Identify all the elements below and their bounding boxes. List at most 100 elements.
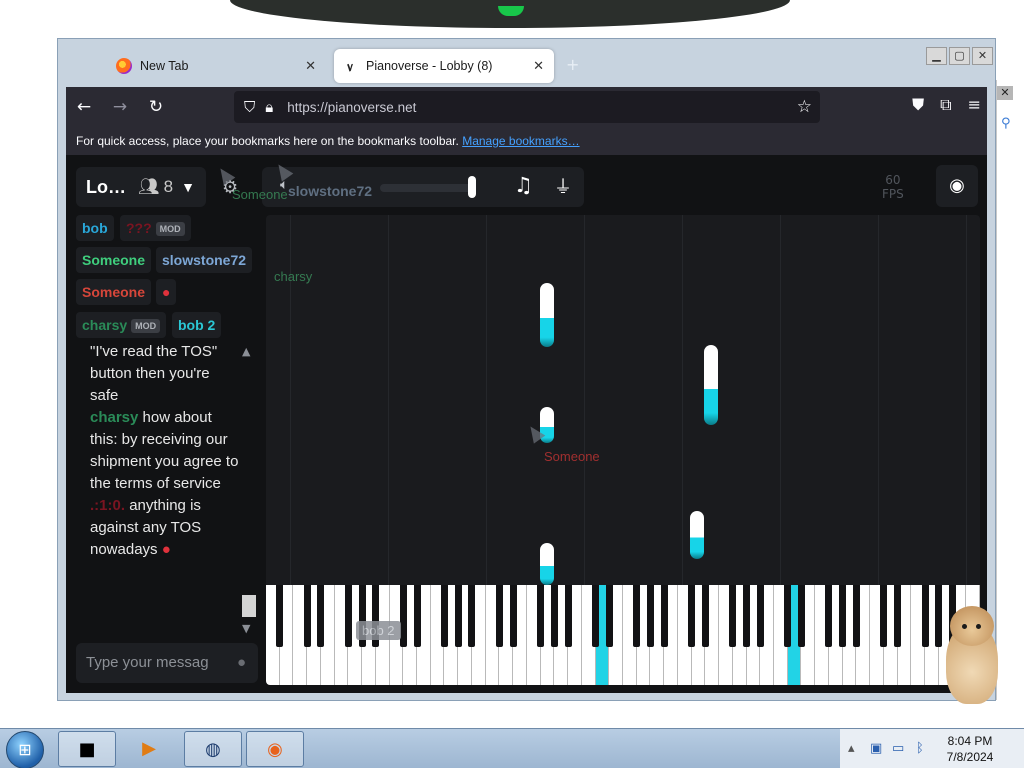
apple-icon[interactable]: ● <box>156 279 177 305</box>
music-note-icon[interactable]: ♫ <box>514 173 533 197</box>
taskbar-app-terminal[interactable]: ■ <box>58 731 116 767</box>
lock-icon[interactable]: 🔒︎ <box>265 99 273 116</box>
black-key[interactable] <box>660 585 668 647</box>
user-chip[interactable]: charsy MOD <box>76 312 167 338</box>
black-key[interactable] <box>537 585 545 647</box>
chevron-down-icon[interactable]: ▼ <box>181 179 195 195</box>
clock[interactable]: 8:04 PM 7/8/2024 <box>934 733 1006 765</box>
chat-log[interactable]: "I've read the TOS" button then you're s… <box>76 341 258 631</box>
black-key[interactable] <box>495 585 503 647</box>
start-button[interactable]: ⊞ <box>6 731 44 768</box>
minimize-button[interactable]: ▁ <box>926 47 947 65</box>
black-key[interactable] <box>798 585 805 647</box>
maximize-button[interactable]: ▢ <box>949 47 970 65</box>
plug-icon[interactable]: ⏚ <box>554 173 572 199</box>
menu-icon[interactable]: ≡ <box>968 95 981 115</box>
user-chip[interactable]: slowstone72 <box>156 247 253 273</box>
chat-scrollbar[interactable]: ▲ ▼ <box>242 345 258 635</box>
tab-new-tab[interactable]: New Tab ✕ <box>106 49 326 83</box>
cursor-label-slowstone72: slowstone72 <box>288 183 373 199</box>
cursor-label-someone: Someone <box>232 187 288 202</box>
black-key[interactable] <box>839 585 847 647</box>
black-key[interactable] <box>550 585 558 647</box>
black-key[interactable] <box>454 585 462 647</box>
black-key[interactable] <box>592 585 600 647</box>
grid-line <box>388 215 389 585</box>
user-chip[interactable]: ??? MOD <box>120 215 191 241</box>
extensions-icon[interactable]: ⧉ <box>940 95 951 115</box>
black-key[interactable] <box>441 585 448 647</box>
user-name: Someone <box>82 252 146 268</box>
black-key[interactable] <box>399 585 407 647</box>
user-chip[interactable]: bob <box>76 215 114 241</box>
bookmark-star-icon[interactable]: ☆ <box>797 97 812 117</box>
black-key[interactable] <box>894 585 902 647</box>
manage-bookmarks-link[interactable]: Manage bookmarks… <box>462 134 579 148</box>
new-tab-plus-icon[interactable]: + <box>566 55 579 74</box>
taskbar-app-firefox[interactable]: ◉ <box>246 731 304 767</box>
black-key[interactable] <box>605 585 613 647</box>
black-key[interactable] <box>509 585 517 647</box>
black-key[interactable] <box>276 585 284 647</box>
black-key[interactable] <box>317 585 325 647</box>
black-key[interactable] <box>743 585 751 647</box>
falling-note <box>704 345 718 425</box>
chat-input-placeholder: Type your messag <box>86 654 209 671</box>
close-tab-icon[interactable]: ✕ <box>533 58 544 74</box>
pocket-icon[interactable]: ⛊ <box>912 95 924 115</box>
black-key[interactable] <box>688 585 696 647</box>
close-window-button[interactable]: ✕ <box>972 47 993 65</box>
back-arrow-icon[interactable]: ← <box>66 97 102 117</box>
black-key[interactable] <box>646 585 654 647</box>
fps-counter: 60 FPS <box>882 173 904 201</box>
network-icon[interactable]: ▣ <box>870 741 882 756</box>
forward-arrow-icon[interactable]: → <box>102 97 138 117</box>
black-key[interactable] <box>303 585 311 647</box>
user-name: Someone <box>82 284 146 300</box>
chevron-down-icon[interactable]: ▼ <box>242 622 250 635</box>
black-key[interactable] <box>921 585 929 647</box>
black-key[interactable] <box>413 585 421 647</box>
black-key[interactable] <box>729 585 737 647</box>
search-icon[interactable]: ⚲ <box>1001 116 1011 131</box>
taskbar-app-globe[interactable]: ◍ <box>184 731 242 767</box>
tab-pianoverse[interactable]: ᥎ Pianoverse - Lobby (8) ✕ <box>334 49 554 83</box>
windows-logo-icon: ⊞ <box>18 740 32 759</box>
user-chip[interactable]: Someone <box>76 279 152 305</box>
black-key[interactable] <box>784 585 792 647</box>
black-key[interactable] <box>564 585 572 647</box>
bluetooth-icon[interactable]: ᛒ <box>916 741 924 756</box>
cursor-label-someone: Someone <box>544 449 600 464</box>
black-key[interactable] <box>825 585 833 647</box>
taskbar-app-media[interactable]: ▶ <box>120 731 178 767</box>
black-key[interactable] <box>633 585 641 647</box>
user-chip[interactable]: bob 2 <box>172 312 222 338</box>
black-key[interactable] <box>468 585 476 647</box>
display-icon[interactable]: ▭ <box>892 741 904 756</box>
black-key[interactable] <box>756 585 764 647</box>
black-key[interactable] <box>852 585 860 647</box>
close-icon[interactable]: ✕ <box>997 86 1013 100</box>
user-name: bob <box>82 220 108 236</box>
chat-message: charsy how about this: by receiving our … <box>90 407 240 495</box>
url-text[interactable]: https://pianoverse.net <box>287 100 416 115</box>
black-key[interactable] <box>880 585 888 647</box>
scrollbar-thumb[interactable] <box>242 595 256 617</box>
address-bar[interactable]: ⛉ 🔒︎ https://pianoverse.net ☆ <box>234 91 820 123</box>
black-key[interactable] <box>344 585 352 647</box>
reload-icon[interactable]: ↻ <box>138 97 174 117</box>
close-tab-icon[interactable]: ✕ <box>305 58 316 74</box>
chat-username: .:1:0. <box>90 497 126 514</box>
room-selector[interactable]: Lo… 👥︎ 8 ▼ <box>76 167 206 207</box>
volume-slider-handle[interactable] <box>468 176 476 198</box>
volume-slider[interactable] <box>380 184 472 192</box>
show-hidden-icons-icon[interactable]: ▴ <box>848 741 855 756</box>
shield-icon[interactable]: ⛉ <box>244 99 255 116</box>
send-icon[interactable]: ● <box>237 643 246 683</box>
black-key[interactable] <box>701 585 709 647</box>
chat-input[interactable]: Type your messag ● <box>76 643 258 683</box>
chevron-up-icon[interactable]: ▲ <box>242 345 250 358</box>
discord-button[interactable]: ◉ <box>936 165 978 207</box>
piano-keyboard[interactable]: bob 2 <box>266 585 980 685</box>
user-chip[interactable]: Someone <box>76 247 152 273</box>
